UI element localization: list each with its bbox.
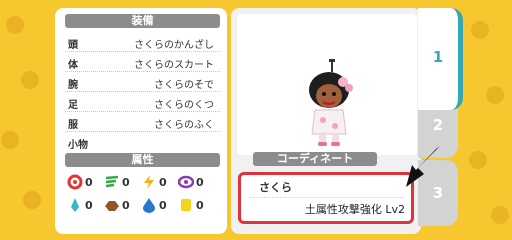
equipment-row-arms[interactable]: 腕 さくらのそで — [65, 72, 220, 92]
light-icon — [181, 199, 191, 211]
attribute-value: 0 — [159, 199, 167, 212]
pointer-arrow-icon — [406, 146, 440, 187]
attribute-wind: 0 — [104, 173, 138, 191]
attribute-ice: 0 — [67, 196, 101, 214]
attribute-lightning: 0 — [141, 173, 175, 191]
coordinate-info-box: さくら 土属性攻撃強化 Lv2 — [238, 172, 414, 224]
attribute-dark: 0 — [178, 173, 212, 191]
coordinate-name: さくら — [259, 181, 292, 194]
slot-label: 足 — [68, 100, 78, 111]
attribute-value: 0 — [122, 176, 130, 189]
water-drop-icon — [143, 198, 155, 213]
tab-label: 1 — [432, 48, 444, 66]
item-name: さくらのふく — [154, 120, 214, 131]
attribute-earth: 0 — [104, 196, 138, 214]
tab-1[interactable]: 1 — [418, 8, 463, 110]
item-name: さくらのスカート — [134, 60, 214, 71]
character-figure — [309, 59, 353, 146]
coordinate-panel: コーディネート さくら 土属性攻撃強化 Lv2 — [231, 8, 421, 234]
attribute-fire: 0 — [67, 173, 101, 191]
dark-swirl-icon — [178, 175, 194, 189]
coordinate-effect: 土属性攻撃強化 Lv2 — [304, 203, 405, 216]
attribute-value: 0 — [85, 176, 93, 189]
equipment-row-accessory[interactable]: 小物 — [65, 132, 220, 151]
attribute-value: 0 — [196, 199, 204, 212]
equipment-row-legs[interactable]: 足 さくらのくつ — [65, 92, 220, 112]
attribute-value: 0 — [85, 199, 93, 212]
earth-icon — [105, 201, 119, 211]
slot-label: 服 — [68, 120, 78, 131]
slot-label: 腕 — [68, 80, 78, 91]
attribute-light: 0 — [178, 196, 212, 214]
equipment-header: 装備 — [65, 14, 220, 28]
slot-label: 小物 — [68, 140, 88, 151]
equipment-row-body[interactable]: 体 さくらのスカート — [65, 52, 220, 72]
wind-icon — [105, 175, 119, 188]
equipment-row-head[interactable]: 頭 さくらのかんざし — [65, 32, 220, 52]
equipment-panel: 装備 頭 さくらのかんざし 体 さくらのスカート 腕 さくらのそで 足 さくらの… — [55, 8, 227, 234]
coordinate-header: コーディネート — [253, 152, 377, 166]
fire-icon — [67, 174, 83, 190]
attributes-header: 属性 — [65, 153, 220, 167]
attribute-value: 0 — [196, 176, 204, 189]
slot-label: 頭 — [68, 40, 78, 51]
attribute-value: 0 — [122, 199, 130, 212]
equipment-row-clothes[interactable]: 服 さくらのふく — [65, 112, 220, 132]
slot-label: 体 — [68, 60, 78, 71]
attribute-water: 0 — [141, 196, 175, 214]
divider — [249, 197, 403, 198]
item-name: さくらのかんざし — [134, 40, 214, 51]
attribute-value: 0 — [159, 176, 167, 189]
ice-crystal-icon — [71, 198, 79, 212]
tab-label: 2 — [432, 116, 444, 134]
lightning-icon — [144, 175, 154, 189]
item-name: さくらのくつ — [154, 100, 214, 111]
item-name: さくらのそで — [154, 80, 214, 91]
character-preview — [237, 14, 417, 155]
